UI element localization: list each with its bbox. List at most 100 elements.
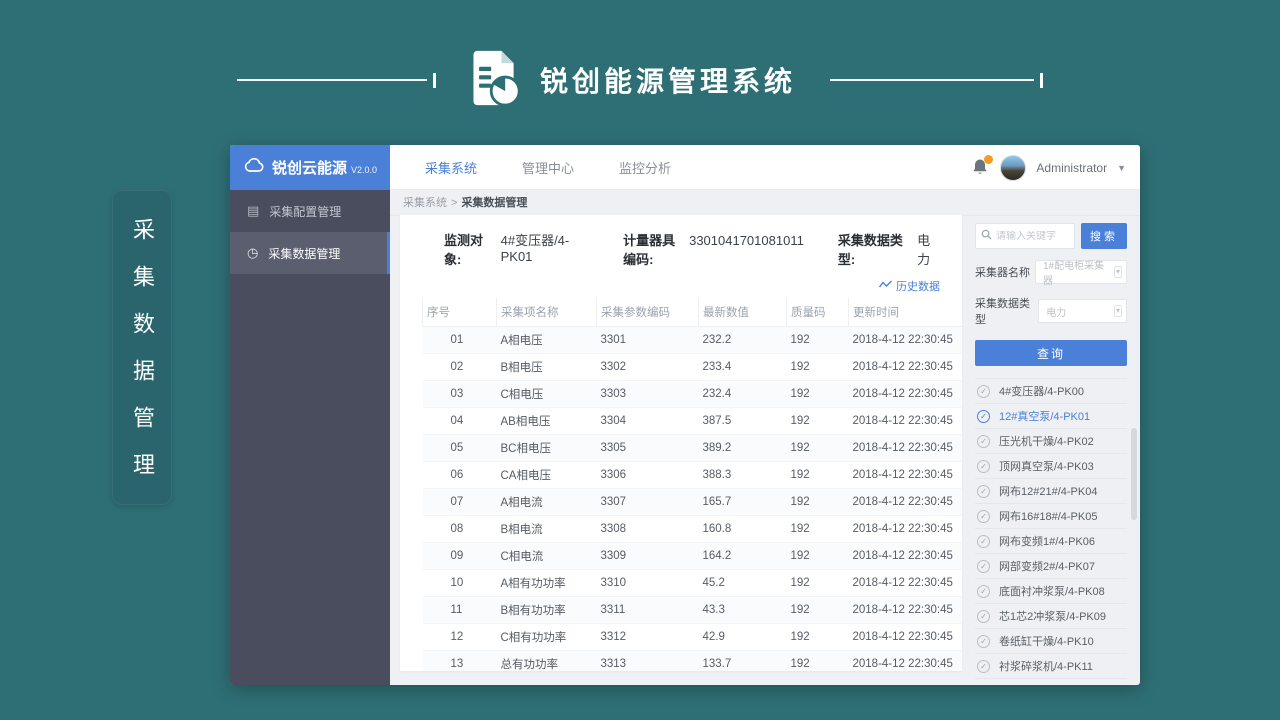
table-row[interactable]: 11 B相有功功率 3311 43.3 192 2018-4-12 22:30:… [423,597,963,624]
check-circle-icon: ✓ [977,460,990,473]
table-row[interactable]: 02 B相电压 3302 233.4 192 2018-4-12 22:30:4… [423,354,963,381]
cell-value: 165.7 [699,489,787,516]
table-header-cell: 采集项名称 [497,298,597,327]
app-sidebar: ▤ 采集配置管理 ◷ 采集数据管理 [230,190,390,685]
check-circle-icon: ✓ [977,535,990,548]
cell-code: 3301 [597,327,699,354]
device-list-item[interactable]: ✓ 底面衬冲浆泵/4-PK08 [975,579,1127,604]
history-data-link-label: 历史数据 [896,278,940,294]
meter-code-label: 计量器具编码: [623,230,682,268]
scrollbar-thumb[interactable] [1131,428,1137,520]
device-list-item[interactable]: ✓ 压光机干燥/4-PK02 [975,429,1127,454]
device-list-item[interactable]: ✓ 网布变频1#/4-PK06 [975,529,1127,554]
table-header: 序号 采集项名称 采集参数编码 最新数值 质量码 更新时间 [423,298,963,327]
cell-time: 2018-4-12 22:30:45 [849,543,963,570]
table-row[interactable]: 13 总有功功率 3313 133.7 192 2018-4-12 22:30:… [423,651,963,672]
app-topbar: 锐创云能源 V2.0.0 采集系统 管理中心 监控分析 [230,145,1140,190]
sidebar-item-icon: ▤ [247,203,259,219]
datatype-select-value: 电力 [1046,304,1066,319]
top-nav-item[interactable]: 监控分析 [619,158,671,177]
notification-bell-icon[interactable] [972,158,990,178]
device-label: 网布12#21#/4-PK04 [999,483,1097,499]
table-header-cell: 采集参数编码 [597,298,699,327]
device-list-item[interactable]: ✓ 衬浆碎浆机/4-PK11 [975,654,1127,679]
device-list: ✓ 4#变压器/4-PK00 ✓ 12#真空泵/4-PK01 ✓ 压光机干燥/4… [975,378,1127,679]
check-circle-icon: ✓ [977,635,990,648]
cell-no: 08 [423,516,497,543]
sidebar-item[interactable]: ◷ 采集数据管理 [230,232,390,274]
user-name[interactable]: Administrator [1036,161,1107,175]
cell-no: 13 [423,651,497,672]
device-list-item[interactable]: ✓ 4#变压器/4-PK00 [975,379,1127,404]
cell-time: 2018-4-12 22:30:45 [849,354,963,381]
cell-no: 05 [423,435,497,462]
top-nav-item[interactable]: 采集系统 [425,158,477,177]
device-list-item[interactable]: ✓ 卷纸缸干燥/4-PK10 [975,629,1127,654]
monitor-object: 监测对象: 4#变压器/4-PK01 [444,230,589,268]
device-list-item[interactable]: ✓ 网部变频2#/4-PK07 [975,554,1127,579]
check-circle-icon: ✓ [977,660,990,673]
datatype-filter-row: 采集数据类型 电力 ▾ [975,295,1127,327]
cell-time: 2018-4-12 22:30:45 [849,651,963,672]
chevron-down-icon[interactable]: ▼ [1117,163,1126,173]
search-icon [981,227,992,245]
cell-value: 233.4 [699,354,787,381]
cell-name: B相有功功率 [497,597,597,624]
cell-no: 06 [423,462,497,489]
device-list-item[interactable]: ✓ 网布16#18#/4-PK05 [975,504,1127,529]
table-row[interactable]: 12 C相有功功率 3312 42.9 192 2018-4-12 22:30:… [423,624,963,651]
cell-name: A相有功功率 [497,570,597,597]
app-window: 锐创云能源 V2.0.0 采集系统 管理中心 监控分析 [230,145,1140,685]
cell-quality: 192 [787,516,849,543]
cell-name: B相电流 [497,516,597,543]
cell-name: A相电压 [497,327,597,354]
device-list-item[interactable]: ✓ 芯1芯2冲浆泵/4-PK09 [975,604,1127,629]
device-list-item[interactable]: ✓ 网布12#21#/4-PK04 [975,479,1127,504]
check-circle-icon: ✓ [977,560,990,573]
history-data-link[interactable]: 历史数据 [422,278,940,294]
table-header-cell: 质量码 [787,298,849,327]
page: 锐创能源管理系统 采集数据管理 锐创云能源 V2.0.0 采集系统 [0,0,1280,720]
banner: 锐创能源管理系统 [0,40,1280,120]
collector-select[interactable]: 1#配电柜采集器 ▾ [1035,260,1127,284]
top-nav-item[interactable]: 管理中心 [522,158,574,177]
page-title: 锐创能源管理系统 [540,60,796,100]
table-row[interactable]: 08 B相电流 3308 160.8 192 2018-4-12 22:30:4… [423,516,963,543]
cell-code: 3306 [597,462,699,489]
table-row[interactable]: 01 A相电压 3301 232.2 192 2018-4-12 22:30:4… [423,327,963,354]
table-row[interactable]: 03 C相电压 3303 232.4 192 2018-4-12 22:30:4… [423,381,963,408]
device-list-item[interactable]: ✓ 12#真空泵/4-PK01 [975,404,1127,429]
cell-quality: 192 [787,408,849,435]
monitor-object-label: 监测对象: [444,230,494,268]
search-field[interactable] [975,223,1075,249]
cell-name: B相电压 [497,354,597,381]
search-button[interactable]: 搜索 [1081,223,1127,249]
sidebar-item-label: 采集数据管理 [268,245,340,262]
table-row[interactable]: 04 AB相电压 3304 387.5 192 2018-4-12 22:30:… [423,408,963,435]
cell-code: 3307 [597,489,699,516]
breadcrumb-current: 采集数据管理 [461,197,527,209]
cell-name: BC相电压 [497,435,597,462]
cell-value: 164.2 [699,543,787,570]
cell-value: 387.5 [699,408,787,435]
table-row[interactable]: 07 A相电流 3307 165.7 192 2018-4-12 22:30:4… [423,489,963,516]
device-list-item[interactable]: ✓ 顶网真空泵/4-PK03 [975,454,1127,479]
breadcrumb-parent[interactable]: 采集系统 [403,197,447,209]
avatar[interactable] [1000,155,1026,181]
query-button[interactable]: 查询 [975,340,1127,366]
device-label: 底面衬冲浆泵/4-PK08 [999,583,1105,599]
table-row[interactable]: 05 BC相电压 3305 389.2 192 2018-4-12 22:30:… [423,435,963,462]
sidebar-item[interactable]: ▤ 采集配置管理 [230,190,390,232]
search-row: 搜索 [975,223,1127,249]
cell-code: 3309 [597,543,699,570]
cell-code: 3302 [597,354,699,381]
search-input[interactable] [996,231,1069,242]
check-circle-icon: ✓ [977,510,990,523]
cell-time: 2018-4-12 22:30:45 [849,327,963,354]
table-row[interactable]: 06 CA相电压 3306 388.3 192 2018-4-12 22:30:… [423,462,963,489]
table-row[interactable]: 09 C相电流 3309 164.2 192 2018-4-12 22:30:4… [423,543,963,570]
table-row[interactable]: 10 A相有功功率 3310 45.2 192 2018-4-12 22:30:… [423,570,963,597]
datatype-select[interactable]: 电力 ▾ [1038,299,1127,323]
cell-code: 3310 [597,570,699,597]
cell-time: 2018-4-12 22:30:45 [849,408,963,435]
